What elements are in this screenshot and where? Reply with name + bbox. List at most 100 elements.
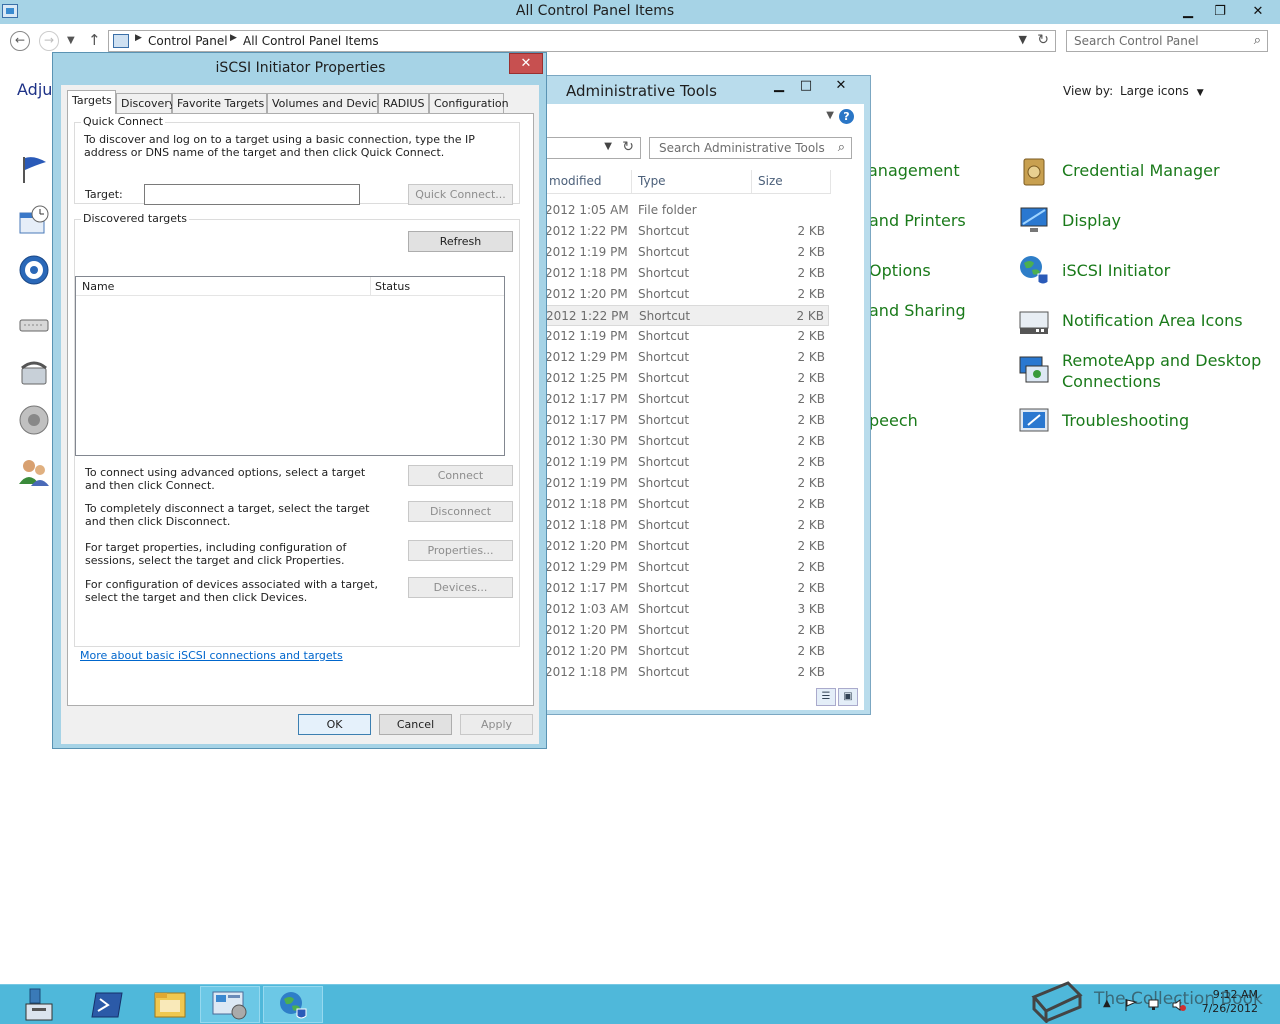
clock[interactable]: 9:12 AM 7/26/2012 [1202,988,1258,1016]
iscsi-initiator-globe-icon[interactable] [1018,254,1050,286]
admin-file-row[interactable]: 2012 1:22 PM Shortcut 2 KB [529,221,829,242]
admin-file-row[interactable]: 2012 1:20 PM Shortcut 2 KB [529,284,829,305]
file-explorer-taskbar-button[interactable] [140,986,200,1023]
dialog-close-button[interactable]: ✕ [509,53,543,74]
restore-button[interactable]: ❐ [1204,0,1236,22]
admin-file-row[interactable]: 2012 1:19 PM Shortcut 2 KB [529,473,829,494]
recent-locations-chevron-icon[interactable]: ▼ [67,35,75,46]
cp-item-remoteapp[interactable]: RemoteApp and Desktop Connections [1062,350,1262,392]
display-icon[interactable] [1018,204,1050,236]
tab-volumes-devices[interactable]: Volumes and Devices [267,93,390,113]
address-bar[interactable]: ▶ Control Panel ▶ All Control Panel Item… [108,30,1056,52]
minimize-button[interactable]: ▁ [1172,0,1204,22]
show-hidden-icons-icon[interactable]: ▲ [1103,998,1117,1012]
admin-file-row[interactable]: 2012 1:18 PM Shortcut 2 KB [529,515,829,536]
search-control-panel-input[interactable]: Search Control Panel ⌕ [1066,30,1268,52]
cp-item-notification-area-icons[interactable]: Notification Area Icons [1062,310,1243,331]
search-admin-tools-input[interactable]: Search Administrative Tools ⌕ [649,137,852,159]
column-type[interactable]: Type [638,174,666,188]
breadcrumb-chevron-icon[interactable]: ▶ [230,33,237,43]
tab-favorite-targets[interactable]: Favorite Targets [172,93,267,113]
help-icon[interactable]: ? [839,109,854,124]
admin-minimize-button[interactable]: ▁ [765,78,793,96]
column-status[interactable]: Status [375,280,410,293]
cp-item-display[interactable]: Display [1062,210,1121,231]
properties-button[interactable]: Properties... [408,540,513,561]
admin-file-row[interactable]: 2012 1:17 PM Shortcut 2 KB [529,389,829,410]
admin-file-row[interactable]: 2012 1:17 PM Shortcut 2 KB [529,578,829,599]
control-panel-taskbar-button[interactable] [200,986,260,1023]
breadcrumb-all-items[interactable]: All Control Panel Items [243,34,379,48]
admin-file-row[interactable]: 2012 1:29 PM Shortcut 2 KB [529,557,829,578]
search-icon[interactable]: ⌕ [1254,33,1261,48]
tab-discovery[interactable]: Discovery [116,93,175,113]
close-button[interactable]: ✕ [1236,0,1280,22]
devices-button[interactable]: Devices... [408,577,513,598]
tab-targets[interactable]: Targets [67,90,116,114]
remoteapp-icon[interactable] [1018,354,1050,386]
admin-file-row[interactable]: 2012 1:29 PM Shortcut 2 KB [529,347,829,368]
user-accounts-icon[interactable] [18,456,50,488]
admin-close-button[interactable]: ✕ [827,78,855,96]
refresh-button[interactable]: Refresh [408,231,513,252]
tab-configuration[interactable]: Configuration [429,93,509,113]
apply-button[interactable]: Apply [460,714,533,735]
server-manager-taskbar-button[interactable] [8,986,68,1023]
connect-button[interactable]: Connect [408,465,513,486]
quick-connect-button[interactable]: Quick Connect... [408,184,513,205]
ribbon-expand-chevron-icon[interactable]: ▼ [826,110,834,121]
up-arrow-icon[interactable]: ↑ [88,31,101,49]
admin-file-row[interactable]: 2012 1:03 AM Shortcut 3 KB [529,599,829,620]
disconnect-button[interactable]: Disconnect [408,501,513,522]
iscsi-initiator-taskbar-button[interactable] [263,986,323,1023]
search-icon[interactable]: ⌕ [838,140,845,155]
tab-radius[interactable]: RADIUS [378,93,429,113]
cp-item-credential-manager[interactable]: Credential Manager [1062,160,1220,181]
troubleshooting-icon[interactable] [1018,405,1050,437]
volume-muted-icon[interactable] [1172,998,1186,1012]
details-view-icon[interactable]: ☰ [816,688,836,706]
cancel-button[interactable]: Cancel [379,714,452,735]
admin-file-row[interactable]: 2012 1:20 PM Shortcut 2 KB [529,620,829,641]
cp-item-speech-partial[interactable]: peech [869,410,918,431]
address-dropdown-icon[interactable]: ▼ [604,141,612,152]
forward-arrow-icon[interactable]: → [39,31,59,51]
credential-manager-icon[interactable] [1018,155,1050,187]
network-icon[interactable] [1148,998,1162,1012]
phone-modem-icon[interactable] [18,356,50,388]
ease-of-access-icon[interactable] [18,254,50,286]
admin-file-row[interactable]: 2012 1:20 PM Shortcut 2 KB [529,641,829,662]
admin-file-row[interactable]: 2012 1:18 PM Shortcut 2 KB [529,662,829,683]
admin-maximize-button[interactable]: □ [792,78,820,96]
admin-file-row[interactable]: 2012 1:18 PM Shortcut 2 KB [529,494,829,515]
action-center-flag-icon[interactable] [18,153,50,185]
large-icons-view-icon[interactable]: ▣ [838,688,858,706]
ok-button[interactable]: OK [298,714,371,735]
admin-file-row[interactable]: 2012 1:19 PM Shortcut 2 KB [529,326,829,347]
back-arrow-icon[interactable]: ← [10,31,30,51]
breadcrumb-control-panel[interactable]: Control Panel [148,34,228,48]
admin-file-row[interactable]: 2012 1:25 PM Shortcut 2 KB [529,368,829,389]
cp-item-printers-partial[interactable]: and Printers [869,210,966,231]
admin-file-row[interactable]: 2012 1:30 PM Shortcut 2 KB [529,431,829,452]
admin-file-row[interactable]: 2012 1:20 PM Shortcut 2 KB [529,536,829,557]
cp-item-iscsi-initiator[interactable]: iSCSI Initiator [1062,260,1170,281]
view-by-dropdown[interactable]: Large icons ▼ [1120,84,1204,98]
discovered-targets-list[interactable]: Name Status [75,276,505,456]
address-dropdown-icon[interactable]: ▼ [1019,33,1027,46]
notification-area-icons-icon[interactable] [1018,306,1050,338]
sound-icon[interactable] [18,404,50,436]
admin-file-row[interactable]: 2012 1:05 AM File folder [529,200,829,221]
column-size[interactable]: Size [758,174,783,188]
column-date-modified[interactable]: modified [549,174,602,188]
admin-file-row[interactable]: 2012 1:22 PM Shortcut 2 KB [529,305,829,326]
admin-file-row[interactable]: 2012 1:17 PM Shortcut 2 KB [529,410,829,431]
column-name[interactable]: Name [82,280,114,293]
date-time-icon[interactable] [18,205,50,237]
admin-file-row[interactable]: 2012 1:19 PM Shortcut 2 KB [529,242,829,263]
cp-item-troubleshooting[interactable]: Troubleshooting [1062,410,1189,431]
keyboard-icon[interactable] [18,310,50,342]
cp-item-options-partial[interactable]: Options [869,260,931,281]
target-text-field[interactable] [145,185,359,204]
action-center-flag-icon[interactable] [1124,998,1138,1012]
